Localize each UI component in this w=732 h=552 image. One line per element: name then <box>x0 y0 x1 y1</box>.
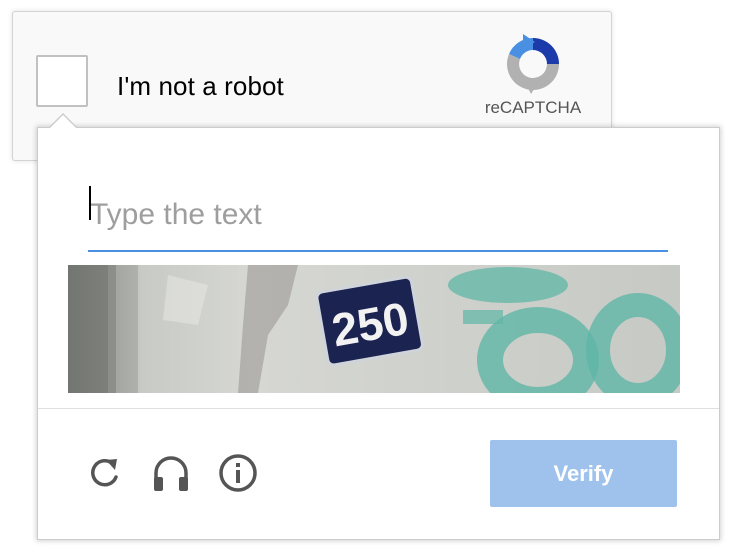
headphones-icon[interactable] <box>149 451 193 495</box>
verify-button[interactable]: Verify <box>490 440 677 507</box>
reload-icon[interactable] <box>82 451 126 495</box>
text-cursor <box>89 186 91 220</box>
captcha-text-input[interactable] <box>88 180 668 252</box>
info-icon[interactable] <box>216 451 260 495</box>
not-a-robot-checkbox[interactable] <box>36 55 88 107</box>
captcha-image: 250 <box>68 265 680 393</box>
checkbox-label: I'm not a robot <box>117 71 284 101</box>
recaptcha-logo-icon <box>507 34 559 94</box>
divider <box>38 408 719 409</box>
recaptcha-brand-text: reCAPTCHA <box>484 98 582 117</box>
popup-pointer-inner <box>50 115 76 128</box>
captcha-challenge-popup: 250 Verify <box>37 127 720 540</box>
